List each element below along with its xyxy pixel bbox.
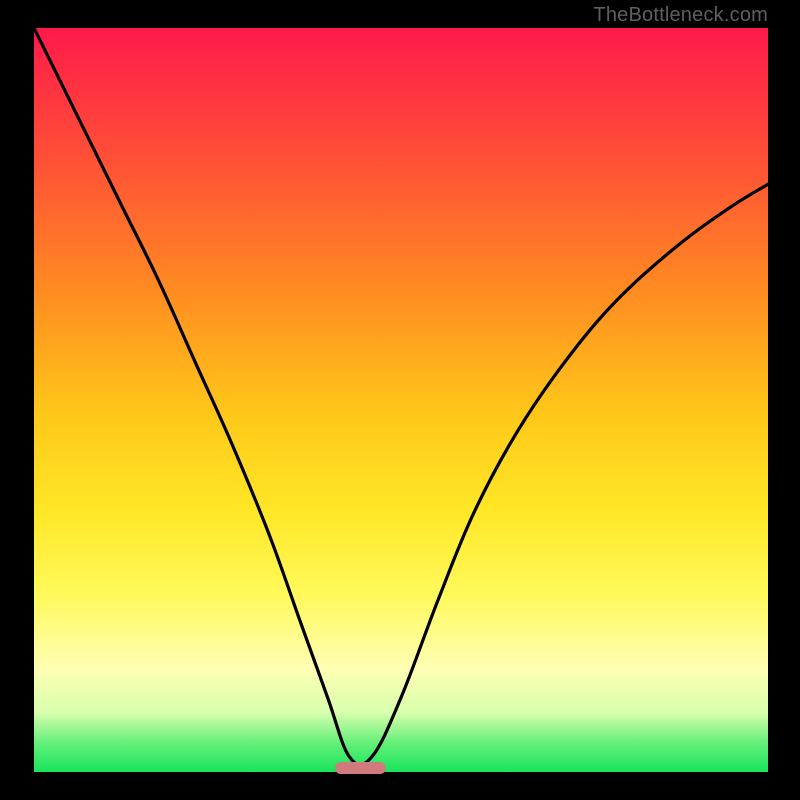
- chart-frame: TheBottleneck.com: [0, 0, 800, 800]
- optimal-marker: [335, 762, 386, 774]
- bottleneck-curve: [34, 28, 768, 772]
- watermark-text: TheBottleneck.com: [593, 4, 768, 27]
- plot-area: [34, 28, 768, 772]
